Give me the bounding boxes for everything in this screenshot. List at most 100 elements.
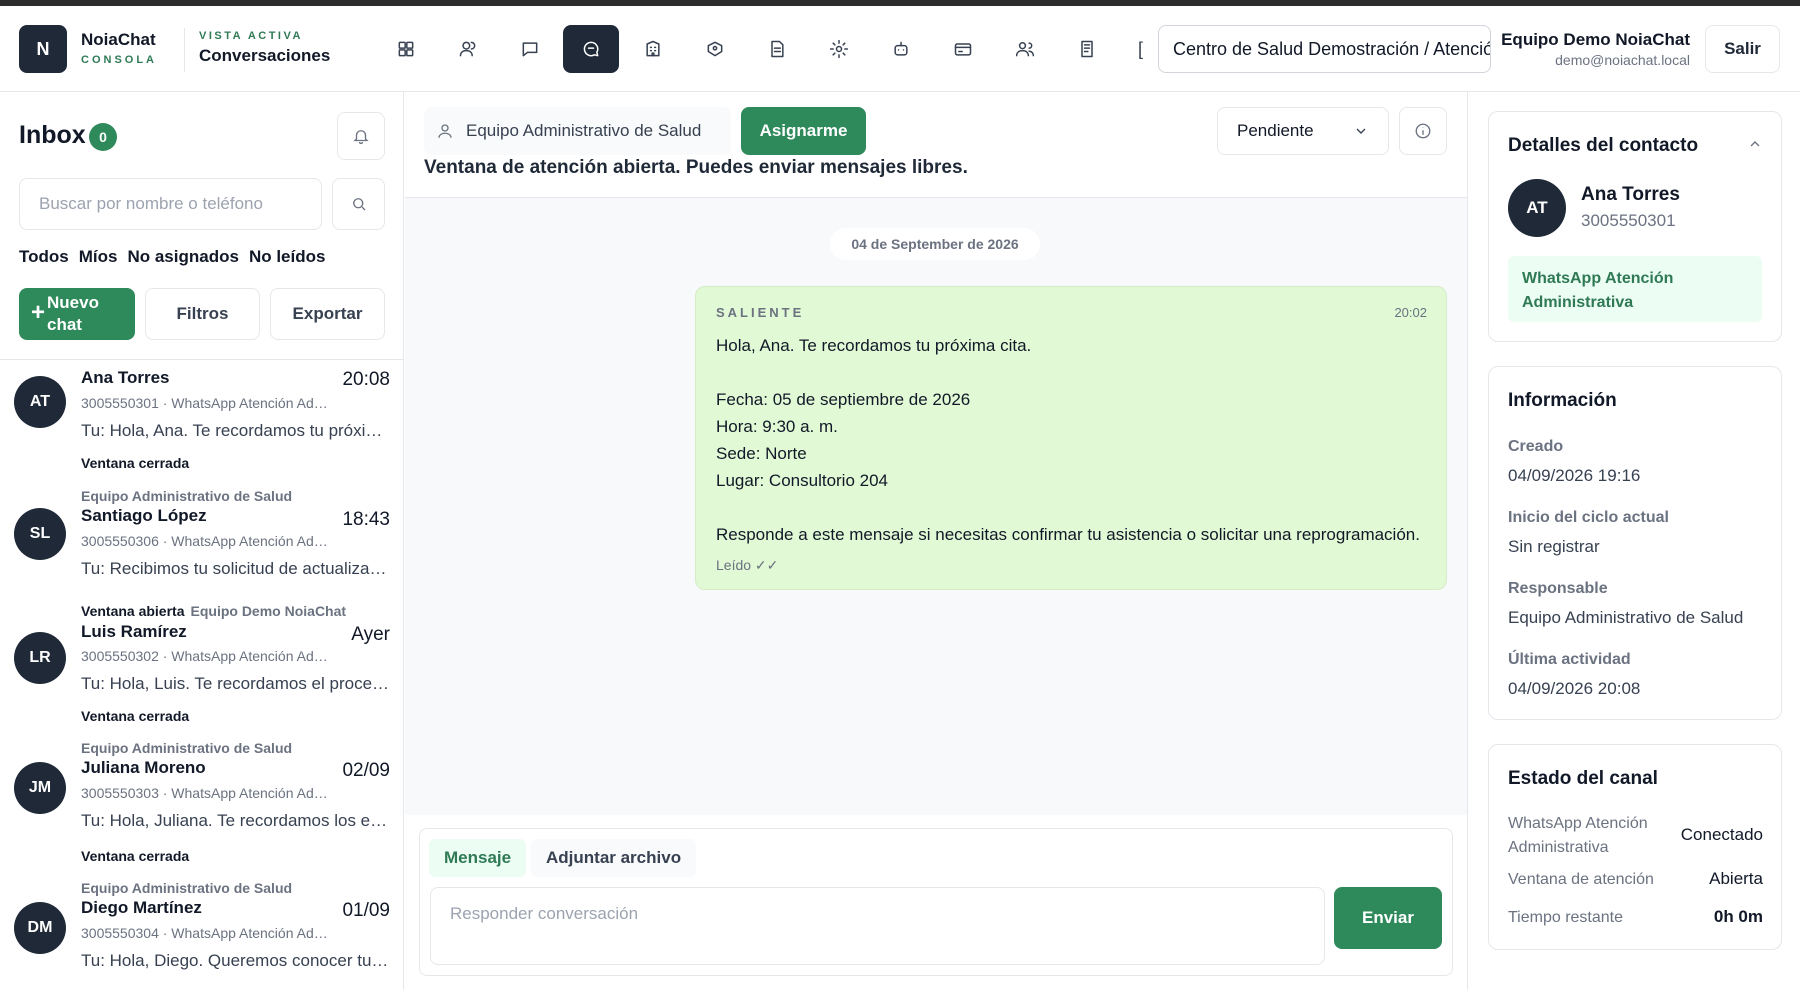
status-select[interactable]: Pendiente — [1217, 107, 1389, 155]
tag-icon — [707, 41, 723, 57]
tab-attach-file[interactable]: Adjuntar archivo — [531, 839, 697, 877]
filter-all[interactable]: Todos — [19, 247, 69, 267]
logout-button[interactable]: Salir — [1705, 25, 1780, 73]
message-preview: Tu: Hola, Ana. Te recordamos tu próxima … — [81, 421, 391, 440]
conversation-time: 01/09 — [342, 900, 390, 921]
channel-value: Conectado — [1680, 825, 1763, 844]
filter-unread[interactable]: No leídos — [249, 247, 326, 267]
cycle-start-value: Sin registrar — [1508, 537, 1600, 556]
contacts-icon — [459, 41, 476, 57]
brand-name: NoiaChat — [81, 30, 156, 49]
message-line: Lugar: Consultorio 204 — [716, 471, 889, 490]
filters-button[interactable]: Filtros — [145, 288, 260, 340]
document-icon — [771, 40, 784, 58]
owner-value: Equipo Administrativo de Salud — [1508, 608, 1744, 627]
assign-me-button[interactable]: Asignarme — [741, 107, 866, 155]
user-icon — [438, 124, 452, 138]
filter-unassigned[interactable]: No asignados — [127, 247, 238, 267]
outgoing-message[interactable]: SALIENTE 20:02 Hola, Ana. Te recordamos … — [695, 286, 1447, 590]
nav-documents-button[interactable] — [749, 25, 805, 73]
send-button[interactable]: Enviar — [1334, 887, 1442, 949]
reply-input[interactable] — [430, 887, 1325, 965]
conversation-item[interactable]: Equipo Administrativo de Salud JM Julian… — [0, 732, 403, 872]
conversation-time: 18:43 — [342, 509, 390, 530]
contact-details-title: Detalles del contacto — [1508, 135, 1699, 156]
avatar: JM — [14, 762, 66, 814]
plus-icon: + — [31, 299, 46, 326]
message-thread[interactable]: 04 de September de 2026 SALIENTE 20:02 H… — [405, 197, 1467, 815]
conversation-item[interactable]: Equipo Administrativo de Salud SL Santia… — [0, 484, 403, 602]
header-divider — [184, 28, 185, 72]
nav-dashboard-button[interactable] — [378, 25, 434, 73]
conversation-item[interactable]: AT Ana Torres 20:08 3005550301 · WhatsAp… — [0, 360, 403, 484]
view-title: Conversaciones — [199, 46, 331, 65]
assigned-team: Equipo Administrativo de Salud — [81, 740, 293, 756]
conversation-item[interactable]: Equipo Administrativo de Salud DM Diego … — [0, 872, 403, 990]
user-email: demo@noiachat.local — [1555, 52, 1690, 68]
nav-team-button[interactable] — [997, 25, 1053, 73]
conversation-panel: Equipo Administrativo de Salud Asignarme… — [405, 92, 1467, 990]
contact-phone-channel: 3005550302 · WhatsApp Atención Administr… — [81, 648, 331, 664]
nav-contacts-button[interactable] — [440, 25, 496, 73]
export-button[interactable]: Exportar — [270, 288, 385, 340]
created-value: 04/09/2026 19:16 — [1508, 466, 1641, 485]
brand-subtitle: CONSOLA — [81, 54, 157, 66]
user-name: Equipo Demo NoiaChat — [1501, 30, 1690, 49]
nav-reports-button[interactable] — [1059, 25, 1115, 73]
created-label: Creado — [1508, 438, 1564, 455]
conversation-item[interactable]: Ventana abierta Equipo Demo NoiaChat LR L… — [0, 602, 403, 732]
attention-window-label: Ventana de atención — [1508, 871, 1654, 888]
chevron-up-icon[interactable] — [1747, 136, 1763, 152]
tab-message[interactable]: Mensaje — [429, 839, 527, 877]
attention-window-value: Abierta — [1709, 869, 1763, 888]
inbox-filter-tabs: Todos Míos No asignados No leídos — [19, 247, 325, 267]
nav-settings-button[interactable] — [811, 25, 867, 73]
message-direction-label: SALIENTE — [716, 305, 805, 320]
read-receipt: Leído ✓✓ — [716, 557, 779, 573]
status-value: Pendiente — [1237, 121, 1314, 140]
window-status: Ventana cerrada — [81, 455, 190, 471]
settings-icon — [829, 39, 849, 59]
search-button[interactable] — [332, 178, 385, 230]
contact-name: Diego Martínez — [81, 898, 202, 917]
contact-phone-channel: 3005550301 · WhatsApp Atención Administr… — [81, 395, 331, 411]
contact-name: Luis Ramírez — [81, 622, 187, 641]
contact-phone-channel: 3005550304 · WhatsApp Atención Administr… — [81, 925, 331, 941]
view-label: VISTA ACTIVA — [199, 30, 303, 42]
nav-bot-button[interactable] — [873, 25, 929, 73]
chevron-down-icon — [1356, 128, 1366, 134]
conversation-time: 02/09 — [342, 760, 390, 781]
nav-tags-button[interactable] — [687, 25, 743, 73]
nav-billing-button[interactable] — [935, 25, 991, 73]
search-input[interactable] — [19, 178, 322, 230]
contact-phone-channel: 3005550303 · WhatsApp Atención Administr… — [81, 785, 331, 801]
app-logo: N — [19, 25, 67, 73]
date-separator: 04 de September de 2026 — [830, 228, 1040, 260]
inbox-panel: Inbox 0 Todos Míos No asignados No leído… — [0, 92, 404, 990]
message-preview: Tu: Hola, Luis. Te recordamos el proceso… — [81, 674, 391, 693]
info-icon — [1415, 123, 1431, 139]
last-activity-label: Última actividad — [1508, 651, 1631, 668]
conversation-time: Ayer — [351, 624, 390, 645]
message-line: Hora: 9:30 a. m. — [716, 417, 838, 436]
assigned-team-chip[interactable]: Equipo Administrativo de Salud — [424, 107, 731, 155]
organization-selector[interactable]: Centro de Salud Demostración / Atención — [1158, 25, 1491, 73]
conversation-info-button[interactable] — [1399, 107, 1447, 155]
information-card: Información Creado 04/09/2026 19:16 Inic… — [1488, 366, 1782, 720]
nav-conversations-button[interactable] — [563, 25, 619, 73]
nav-overflow-fragment[interactable]: [ — [1138, 39, 1143, 60]
nav-organization-button[interactable] — [625, 25, 681, 73]
filter-mine[interactable]: Míos — [79, 247, 118, 267]
conversations-icon — [583, 41, 599, 57]
window-status: Ventana cerrada — [81, 708, 190, 724]
nav-chat-button[interactable] — [502, 25, 558, 73]
assigned-team: Equipo Administrativo de Salud — [81, 880, 293, 896]
assigned-team: Equipo Administrativo de Salud — [81, 488, 293, 504]
window-status-text: Ventana abierta — [81, 603, 185, 619]
new-chat-button[interactable]: + Nuevo chat — [19, 288, 135, 340]
details-panel: Detalles del contacto AT Ana Torres 3005… — [1467, 92, 1800, 990]
notifications-button[interactable] — [337, 112, 385, 160]
message-line — [716, 494, 1420, 521]
chat-icon — [522, 42, 538, 57]
bot-icon — [894, 41, 908, 56]
